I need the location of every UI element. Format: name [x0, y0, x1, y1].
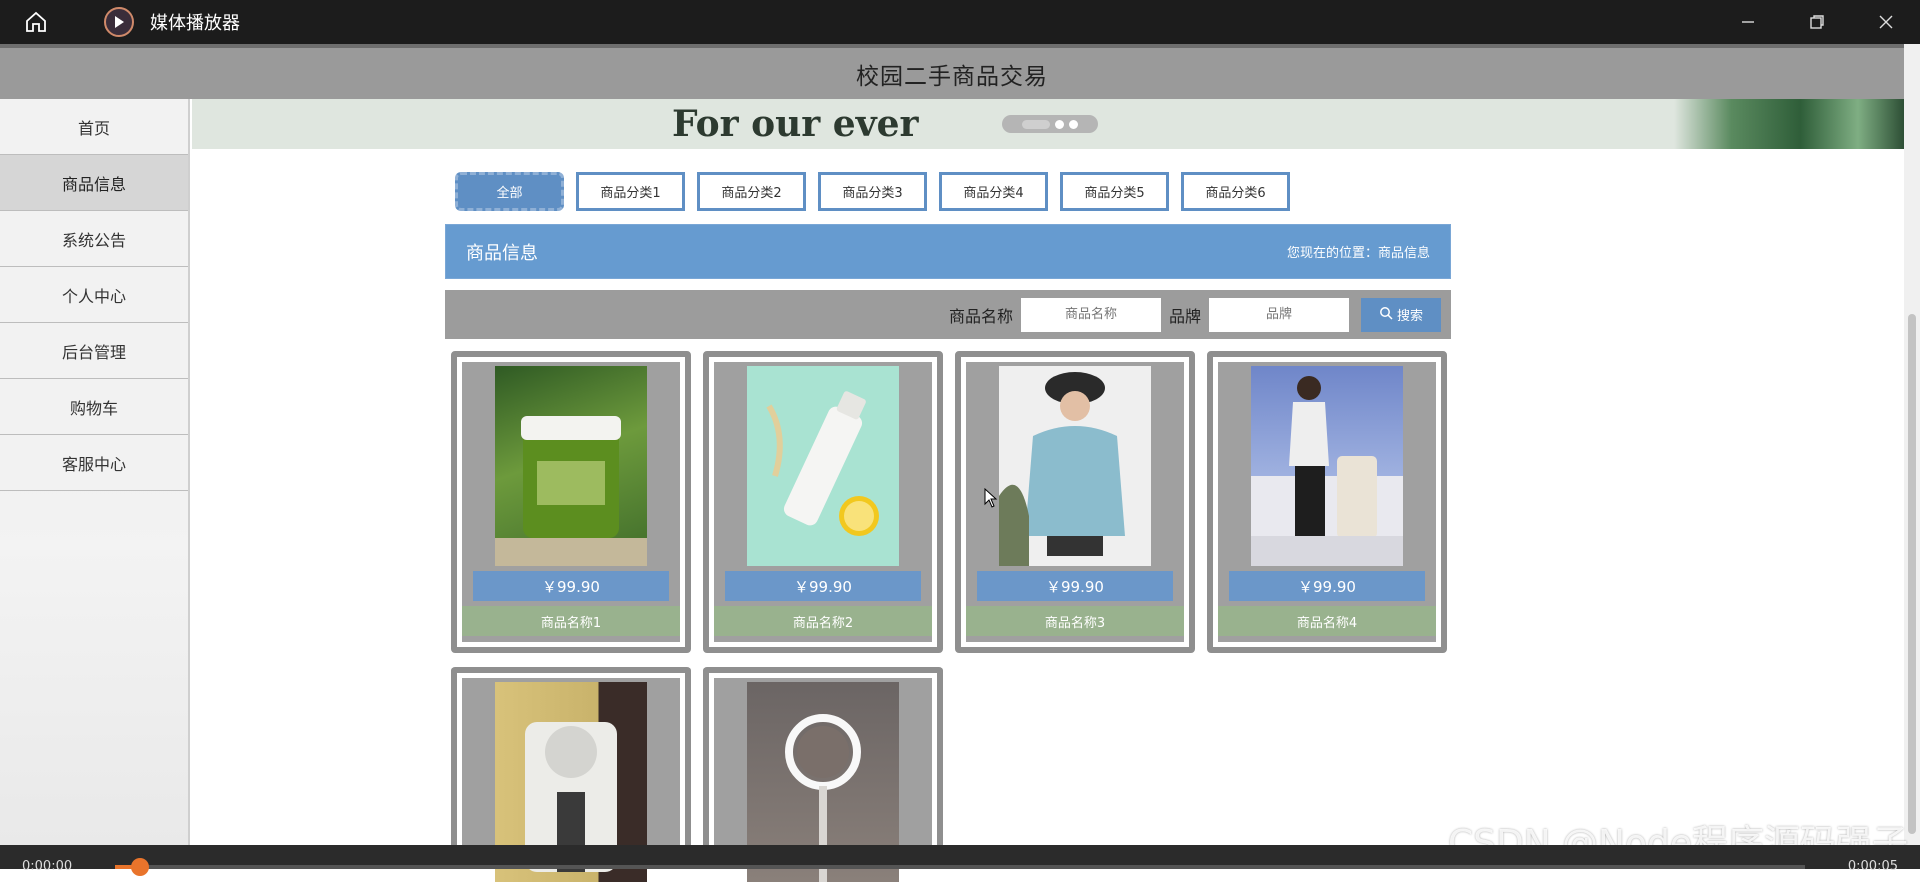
carousel-dot[interactable] — [1022, 119, 1050, 129]
sidebar-item-admin[interactable]: 后台管理 — [0, 323, 188, 379]
close-icon[interactable] — [1851, 0, 1920, 44]
sidebar: 首页 商品信息 系统公告 个人中心 后台管理 购物车 客服中心 — [0, 99, 190, 845]
carousel-dot[interactable] — [1069, 119, 1078, 129]
category-tab-all[interactable]: 全部 — [455, 172, 564, 211]
section-header: 商品信息 您现在的位置：商品信息 — [445, 224, 1451, 279]
page-scrollbar[interactable] — [1904, 44, 1920, 845]
sidebar-item-announcements[interactable]: 系统公告 — [0, 211, 188, 267]
search-button-label: 搜索 — [1396, 309, 1423, 324]
brand-label: 品牌 — [1168, 306, 1201, 326]
name-search-input[interactable] — [1020, 297, 1161, 332]
sidebar-item-home[interactable]: 首页 — [0, 99, 188, 155]
sidebar-item-profile[interactable]: 个人中心 — [0, 267, 188, 323]
search-button[interactable]: 搜索 — [1361, 297, 1441, 332]
product-grid: ￥99.90 商品名称1 ￥99.90 商品名称2 ￥99.90 商品名称3 ￥… — [451, 351, 1451, 882]
carousel-dot[interactable] — [1055, 119, 1064, 129]
seek-handle[interactable] — [131, 858, 149, 876]
product-price: ￥99.90 — [725, 571, 921, 601]
product-image-mask-jar[interactable] — [495, 366, 647, 566]
scroll-thumb[interactable] — [1908, 314, 1916, 834]
product-price: ￥99.90 — [977, 571, 1173, 601]
category-tab-2[interactable]: 商品分类2 — [697, 172, 806, 211]
category-tab-5[interactable]: 商品分类5 — [1060, 172, 1169, 211]
category-tab-4[interactable]: 商品分类4 — [939, 172, 1048, 211]
product-name[interactable]: 商品名称2 — [714, 606, 932, 636]
play-icon — [104, 7, 134, 37]
sidebar-item-products[interactable]: 商品信息 — [0, 155, 188, 211]
restore-icon[interactable] — [1782, 0, 1851, 44]
minimize-icon[interactable] — [1713, 0, 1782, 44]
player-controls: 0:00:00 0:00:05 — [0, 845, 1920, 876]
product-image-suitcase[interactable] — [1251, 366, 1403, 566]
elapsed-time: 0:00:00 — [22, 859, 73, 874]
search-bar: 商品名称 品牌 搜索 — [445, 290, 1451, 339]
category-tab-6[interactable]: 商品分类6 — [1181, 172, 1290, 211]
product-card[interactable] — [451, 667, 691, 882]
product-price: ￥99.90 — [1229, 571, 1425, 601]
home-icon[interactable] — [18, 4, 54, 40]
section-title: 商品信息 — [466, 242, 538, 264]
product-price: ￥99.90 — [473, 571, 669, 601]
name-label: 商品名称 — [948, 306, 1013, 326]
banner-text: For our ever — [672, 103, 919, 145]
search-icon — [1379, 306, 1393, 324]
banner-carousel: For our ever — [192, 99, 1904, 149]
total-time: 0:00:05 — [1847, 859, 1898, 874]
player-titlebar: 媒体播放器 — [0, 0, 1920, 44]
category-tabs: 全部 商品分类1 商品分类2 商品分类3 商品分类4 商品分类5 商品分类6 — [455, 172, 1290, 211]
breadcrumb: 您现在的位置：商品信息 — [1286, 246, 1430, 261]
carousel-indicators[interactable] — [1002, 115, 1098, 133]
product-image-hoodie[interactable] — [999, 366, 1151, 566]
sidebar-item-cart[interactable]: 购物车 — [0, 379, 188, 435]
product-name[interactable]: 商品名称4 — [1218, 606, 1436, 636]
seek-bar[interactable] — [115, 858, 1805, 876]
cursor-icon — [984, 487, 998, 512]
category-tab-1[interactable]: 商品分类1 — [576, 172, 685, 211]
brand-search-input[interactable] — [1209, 297, 1349, 332]
product-name[interactable]: 商品名称1 — [462, 606, 680, 636]
product-card[interactable]: ￥99.90 商品名称2 — [703, 351, 943, 653]
category-tab-3[interactable]: 商品分类3 — [818, 172, 927, 211]
product-card[interactable]: ￥99.90 商品名称4 — [1207, 351, 1447, 653]
product-card[interactable] — [703, 667, 943, 882]
banner-leaves-image — [1674, 99, 1904, 149]
product-name[interactable]: 商品名称3 — [966, 606, 1184, 636]
player-title: 媒体播放器 — [150, 13, 240, 34]
sidebar-item-support[interactable]: 客服中心 — [0, 435, 188, 491]
product-card[interactable]: ￥99.90 商品名称1 — [451, 351, 691, 653]
site-header: 校园二手商品交易 — [0, 44, 1904, 99]
site-title: 校园二手商品交易 — [856, 63, 1048, 90]
product-image-foam-bottle[interactable] — [747, 366, 899, 566]
